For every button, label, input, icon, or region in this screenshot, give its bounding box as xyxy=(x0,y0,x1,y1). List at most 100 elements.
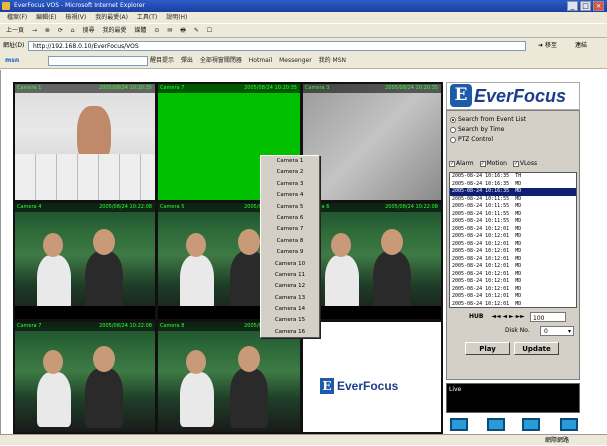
event-list-item[interactable]: 2005-08-24 10:11:55 MD xyxy=(450,203,576,211)
menu-item-camera-6[interactable]: Camera 6 xyxy=(261,213,319,224)
event-list-item[interactable]: 2005-08-24 10:12:01 MD xyxy=(450,226,576,234)
event-list-item[interactable]: 2005-08-24 10:12:01 MD xyxy=(450,248,576,256)
camera-label: Camera 1 2005/08/24 10:20:35 xyxy=(15,84,155,93)
update-button[interactable]: Update xyxy=(514,342,559,355)
menu-item-camera-4[interactable]: Camera 4 xyxy=(261,190,319,201)
play-button[interactable]: Play xyxy=(465,342,510,355)
menu-help[interactable]: 說明(H) xyxy=(166,12,187,23)
mail-icon[interactable]: ✉ xyxy=(167,24,172,38)
event-time: 2005-08-24 10:12:01 xyxy=(452,225,510,232)
event-list-item[interactable]: 2005-08-24 10:12:01 MD xyxy=(450,271,576,279)
link-highlight[interactable]: 醒目提示 xyxy=(150,53,174,69)
event-type: MD xyxy=(515,293,522,299)
event-list-item[interactable]: 2005-08-24 10:11:55 MD xyxy=(450,218,576,226)
radio-search-by-time[interactable]: Search by Time xyxy=(450,125,504,134)
event-list-item[interactable]: 2005-08-24 10:16:35 MD xyxy=(450,181,576,189)
event-list[interactable]: 2005-08-24 10:16:35 TH 2005-08-24 10:16:3… xyxy=(449,172,577,308)
event-list-item[interactable]: 2005-08-24 10:12:01 MD xyxy=(450,256,576,264)
link-messenger[interactable]: Messenger xyxy=(279,53,312,69)
history-icon[interactable]: ⊙ xyxy=(154,24,159,38)
vloss-checkbox[interactable]: ✓ xyxy=(512,160,519,167)
camera-view-6[interactable]: Camera 62005/08/24 10:22:08 xyxy=(303,203,441,319)
event-time: 2005-08-24 10:12:01 xyxy=(452,300,510,307)
alarm-checkbox[interactable]: ✓ xyxy=(449,160,455,167)
event-list-item[interactable]: 2005-08-24 10:12:01 MD xyxy=(450,300,576,308)
menu-item-camera-11[interactable]: Camera 11 xyxy=(261,270,319,281)
nav-arrows[interactable]: ◄◄ ◄ ► ►► xyxy=(491,313,524,320)
menu-item-camera-9[interactable]: Camera 9 xyxy=(261,247,319,258)
menu-item-camera-12[interactable]: Camera 12 xyxy=(261,281,319,292)
menu-item-camera-14[interactable]: Camera 14 xyxy=(261,304,319,315)
stop-icon[interactable]: ⊗ xyxy=(45,24,50,38)
event-list-item[interactable]: 2005-08-24 10:12:01 MD xyxy=(450,293,576,301)
menu-item-camera-8[interactable]: Camera 8 xyxy=(261,236,319,247)
radio-ptz-control[interactable]: PTZ Control xyxy=(450,135,493,144)
camera-view-3[interactable]: Camera 3 2005/08/24 10:20:35 xyxy=(303,84,441,200)
layout-button-4[interactable] xyxy=(560,418,578,431)
event-list-item[interactable]: 2005-08-24 10:12:01 MD xyxy=(450,263,576,271)
event-list-item[interactable]: 2005-08-24 10:16:35 MD xyxy=(450,188,576,196)
menu-item-camera-5[interactable]: Camera 5 xyxy=(261,202,319,213)
camera-view-7[interactable]: Camera 7 2005/08/24 10:22:08 xyxy=(15,322,155,432)
menu-item-camera-16[interactable]: Camera 16 xyxy=(261,327,319,338)
radio-button[interactable] xyxy=(450,136,456,143)
menu-item-camera-3[interactable]: Camera 3 xyxy=(261,179,319,190)
menu-item-camera-10[interactable]: Camera 10 xyxy=(261,259,319,270)
back-button[interactable]: 上一頁 xyxy=(6,24,24,38)
menu-tools[interactable]: 工具(T) xyxy=(137,12,157,23)
menu-file[interactable]: 檔案(F) xyxy=(7,12,27,23)
favorites-button[interactable]: 我的最愛 xyxy=(102,24,126,38)
minimize-button[interactable]: _ xyxy=(567,1,578,11)
disk-number-select[interactable]: 0 ▾ xyxy=(540,326,574,336)
event-list-item[interactable]: 2005-08-24 10:11:55 MD xyxy=(450,211,576,219)
discuss-icon[interactable]: ☐ xyxy=(207,24,212,38)
print-icon[interactable]: 🖶 xyxy=(180,24,186,38)
live-status-box: Live xyxy=(446,383,580,413)
zoom-input[interactable]: 100 xyxy=(530,312,566,322)
menu-item-camera-13[interactable]: Camera 13 xyxy=(261,293,319,304)
media-button[interactable]: 媒體 xyxy=(134,24,146,38)
camera-view-4[interactable]: Camera 4 2005/08/24 10:22:08 xyxy=(15,203,155,319)
menu-item-camera-7[interactable]: Camera 7 xyxy=(261,224,319,235)
radio-button[interactable] xyxy=(450,116,456,123)
go-button[interactable]: ➜ 移至 xyxy=(538,40,557,51)
camera-view-8[interactable]: Camera 82005/08/24 10:22:08 xyxy=(158,322,300,432)
radio-search-event-list[interactable]: Search from Event List xyxy=(450,115,526,124)
layout-button-2[interactable] xyxy=(487,418,505,431)
search-button[interactable]: 搜尋 xyxy=(83,24,95,38)
menu-item-camera-1[interactable]: Camera 1 xyxy=(261,156,319,167)
link-my-msn[interactable]: 我的 MSN xyxy=(319,53,346,69)
close-button[interactable]: × xyxy=(593,1,604,11)
refresh-icon[interactable]: ⟳ xyxy=(58,24,63,38)
link-hotmail[interactable]: Hotmail xyxy=(249,53,272,69)
motion-label: Motion xyxy=(486,160,507,167)
motion-checkbox[interactable]: ✓ xyxy=(479,160,486,167)
camera-label: Camera 7 2005/08/24 10:22:08 xyxy=(15,322,155,331)
forward-button[interactable]: → xyxy=(32,24,37,38)
event-time: 2005-08-24 10:12:01 xyxy=(452,270,510,277)
event-list-item[interactable]: 2005-08-24 10:12:01 MD xyxy=(450,278,576,286)
event-list-item[interactable]: 2005-08-24 10:16:35 TH xyxy=(450,173,576,181)
link-close-all[interactable]: 全部視窗關閉器 xyxy=(200,53,242,69)
msn-search-input[interactable] xyxy=(48,56,148,66)
event-list-item[interactable]: 2005-08-24 10:11:55 MD xyxy=(450,196,576,204)
menu-favorites[interactable]: 我的最愛(A) xyxy=(95,12,128,23)
menu-edit[interactable]: 編輯(E) xyxy=(36,12,56,23)
event-list-item[interactable]: 2005-08-24 10:12:01 MD xyxy=(450,233,576,241)
links-label[interactable]: 連結 xyxy=(575,40,587,51)
camera-view-1[interactable]: Camera 1 2005/08/24 10:20:35 xyxy=(15,84,155,200)
layout-button-3[interactable] xyxy=(522,418,540,431)
home-icon[interactable]: ⌂ xyxy=(71,24,75,38)
menu-item-camera-2[interactable]: Camera 2 xyxy=(261,167,319,178)
event-list-item[interactable]: 2005-08-24 10:12:01 MD xyxy=(450,286,576,294)
link-popup[interactable]: 彈出 xyxy=(181,53,193,69)
menu-view[interactable]: 檢視(V) xyxy=(65,12,86,23)
edit-icon[interactable]: ✎ xyxy=(194,24,199,38)
radio-label: PTZ Control xyxy=(458,136,493,143)
maximize-button[interactable]: □ xyxy=(580,1,591,11)
radio-button[interactable] xyxy=(450,126,456,133)
event-list-item[interactable]: 2005-08-24 10:12:01 MD xyxy=(450,241,576,249)
layout-button-1[interactable] xyxy=(450,418,468,431)
menu-item-camera-15[interactable]: Camera 15 xyxy=(261,315,319,326)
address-input[interactable]: http://192.168.0.10/EverFocus/VOS xyxy=(28,41,526,51)
